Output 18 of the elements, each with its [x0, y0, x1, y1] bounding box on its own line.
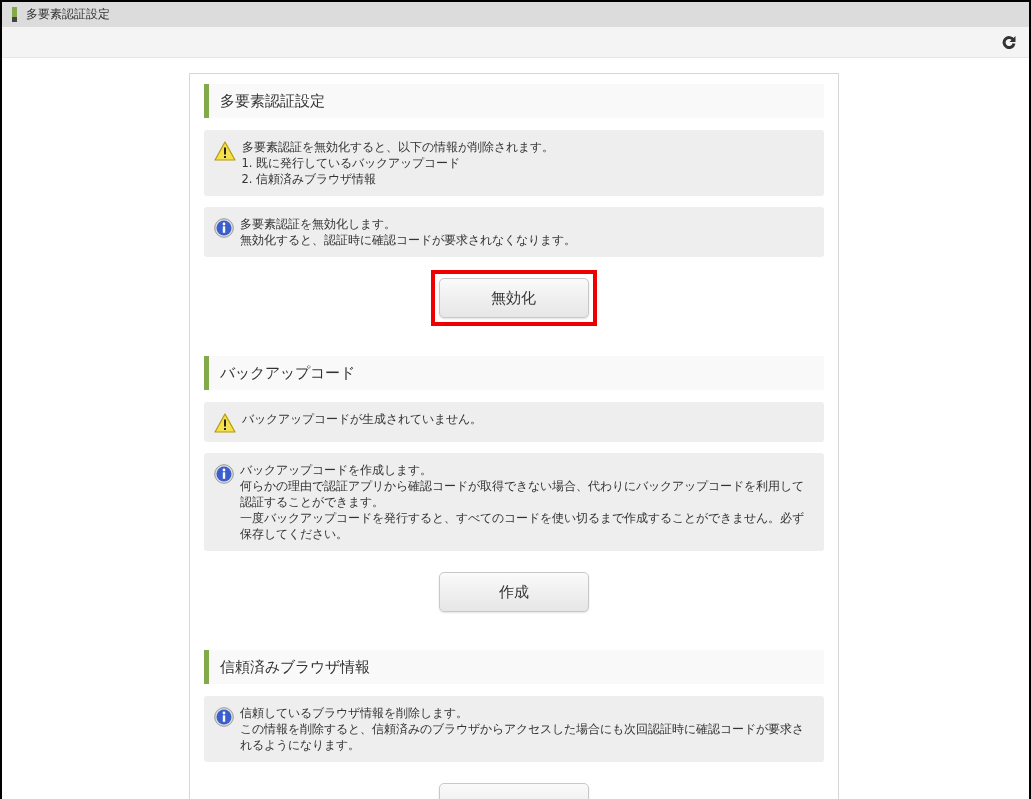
message-text: バックアップコードが生成されていません。	[241, 411, 482, 427]
section-heading: 信頼済みブラウザ情報	[203, 650, 824, 684]
warning-icon	[213, 413, 236, 433]
section-heading: 多要素認証設定	[203, 84, 824, 118]
warning-icon	[213, 141, 236, 161]
refresh-button[interactable]	[1002, 35, 1016, 49]
message-text: 多要素認証を無効化すると、以下の情報が削除されます。 1. 既に発行しているバックアップコード 2. 信頼済みブラウザ情報	[241, 139, 554, 187]
message-text: 多要素認証を無効化します。 無効化すると、認証時に確認コードが要求されなくなります。	[239, 216, 576, 248]
info-icon	[213, 707, 234, 727]
section-heading: バックアップコード	[203, 356, 824, 390]
info-icon	[213, 218, 234, 238]
message-text: 信頼しているブラウザ情報を削除します。 この情報を削除すると、信頼済みのブラウザからアクセスした場合にも次回認証時に確認コードが要求されるようになります。	[239, 705, 805, 753]
message-text: バックアップコードを作成します。 何らかの理由で認証アプリから確認コードが取得できない場合、代わりにバックアップコードを利用して認証することができます。 一度バックアップコードを発行すると、すべてのコードを使い切るまで作成することができません。必ず保存してください。	[239, 462, 805, 542]
window-title: 多要素認証設定	[26, 6, 110, 23]
action-button[interactable]: 作成	[438, 572, 589, 612]
title-marker-icon	[12, 7, 17, 22]
action-button[interactable]: 無効化	[438, 278, 589, 318]
info-icon	[213, 464, 234, 484]
